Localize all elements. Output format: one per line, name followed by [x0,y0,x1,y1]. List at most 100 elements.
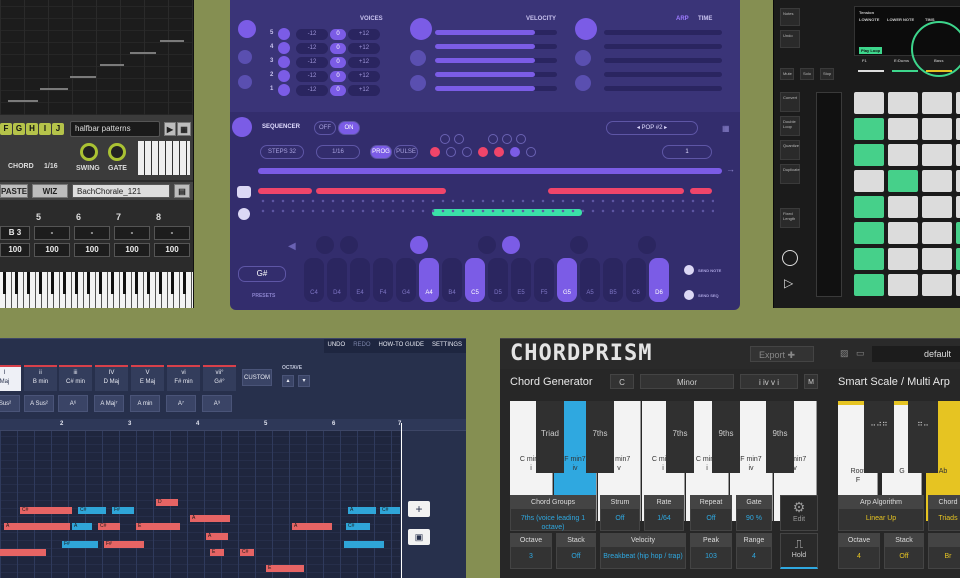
drum-pad[interactable] [888,92,918,114]
voice-octave-up[interactable]: +12 [348,57,380,68]
drum-pad[interactable] [922,92,952,114]
arp-lane[interactable] [604,30,722,35]
chord-name-field[interactable]: G# [238,266,286,282]
drum-pad[interactable] [956,196,960,218]
robot-icon[interactable] [237,186,251,198]
stack-param[interactable]: Stack Off [884,533,924,569]
voice-toggle[interactable] [278,84,290,96]
letter-button[interactable]: I [39,123,51,135]
paste-button[interactable]: PASTE [0,184,28,198]
piano-key[interactable]: C4 [304,258,324,302]
velocity-knob[interactable] [410,18,432,40]
chord-block[interactable] [548,188,684,194]
chord-variant-button[interactable]: A min [130,395,160,412]
voice-octave-down[interactable]: -12 [296,71,328,82]
extra-param[interactable]: Br [928,533,960,569]
sequencer-knob[interactable] [232,117,252,137]
drum-pad[interactable] [922,222,952,244]
folder-icon[interactable]: ▭ [856,348,865,359]
bar-ruler[interactable]: 2 3 4 5 6 7 [0,419,466,431]
head-icon[interactable] [238,208,250,220]
drum-pad[interactable] [854,92,884,114]
drum-pad[interactable] [922,248,952,270]
voice-toggle[interactable] [278,28,290,40]
note-block[interactable]: E [266,565,304,572]
peak-param[interactable]: Peak 103 [690,533,732,569]
range-param[interactable]: Range 4 [736,533,772,569]
drum-pad[interactable] [854,274,884,296]
velocity-cell[interactable]: 100 [74,243,110,257]
swing-knob[interactable] [80,143,98,161]
pattern-selector[interactable]: halfbar patterns [70,121,160,137]
progression-selector[interactable]: i iv v i [740,374,798,389]
notes-button[interactable]: Notes [780,8,800,26]
piano-key[interactable]: F4 [373,258,393,302]
note-block[interactable]: C# [240,549,254,556]
strum-param[interactable]: Strum Off [600,495,640,531]
arp-algorithm-param[interactable]: Arp Algorithm Linear Up [838,495,924,531]
note-block[interactable]: C# [346,523,370,530]
voice-octave-zero[interactable]: 0 [330,71,346,82]
note-cell[interactable]: B 3 [0,226,30,240]
drum-pad[interactable] [922,170,952,192]
edit-button[interactable]: ⚙ Edit [780,495,818,531]
voicing-key[interactable]: 9ths [766,401,794,473]
arp-lane[interactable] [604,72,722,77]
note-block[interactable]: A [206,533,228,540]
drum-pad[interactable] [956,144,960,166]
piano-key[interactable]: G4 [396,258,416,302]
chord-variant-button[interactable]: A⁷ [166,395,196,412]
voice-octave-zero[interactable]: 0 [330,85,346,96]
toggle-icon[interactable] [684,265,694,275]
chord-block[interactable] [316,188,446,194]
settings-button[interactable]: SETTINGS [427,339,466,353]
step-button[interactable] [430,147,440,157]
voice-octave-zero[interactable]: 0 [330,29,346,40]
chord-chip-iii[interactable]: iii C# min [59,365,92,391]
note-block[interactable]: C# [20,507,72,514]
chord-param[interactable]: Chord Triads [928,495,960,531]
piano-key[interactable]: A5 [580,258,600,302]
time-tab[interactable]: TIME [698,16,712,22]
send-note-option[interactable]: SEND NOTE [698,268,721,273]
octave-marker[interactable] [502,236,520,254]
note-cell[interactable]: - [34,226,70,240]
undo-button[interactable]: UNDO [323,339,350,353]
note-cell[interactable]: - [74,226,110,240]
octave-param[interactable]: Octave 3 [510,533,552,569]
voice-octave-up[interactable]: +12 [348,85,380,96]
note-block[interactable]: A [72,523,92,530]
velocity-param[interactable]: Velocity Breakbeat (hip hop / trap) [600,533,686,569]
drum-pad[interactable] [922,274,952,296]
chord-variant-button[interactable]: A⁹ [202,395,232,412]
piano-key[interactable]: C6 [626,258,646,302]
chord-variant-button[interactable]: A Maj⁷ [94,395,124,412]
step-button[interactable] [478,147,488,157]
octave-param[interactable]: Octave 4 [838,533,880,569]
mute-button[interactable]: Mute [780,68,794,80]
record-icon[interactable] [782,250,798,266]
note-block[interactable]: C# [380,507,400,514]
voice-octave-down[interactable]: -12 [296,57,328,68]
note-cell[interactable]: - [154,226,190,240]
save-icon[interactable]: ▤ [174,184,190,198]
drum-pad[interactable] [888,170,918,192]
octave-down-button[interactable]: ▾ [298,375,310,387]
octave-marker[interactable] [340,236,358,254]
drum-pad[interactable] [922,118,952,140]
voice-octave-down[interactable]: -12 [296,43,328,54]
note-block[interactable]: A [348,507,376,514]
chord-chip-V[interactable]: V E Maj [131,365,164,391]
small-knob[interactable] [575,50,591,66]
chord-block[interactable] [690,188,712,194]
drum-pad[interactable] [854,118,884,140]
octave-up-button[interactable]: ▴ [282,375,294,387]
steps-field[interactable]: STEPS 32 [260,145,304,159]
voice-knob[interactable] [238,20,256,38]
drum-pad[interactable] [888,196,918,218]
velocity-slider[interactable] [435,72,557,77]
note-block[interactable]: A [4,523,70,530]
velocity-slider[interactable] [435,58,557,63]
drum-pad[interactable] [888,248,918,270]
gate-param[interactable]: Gate 90 % [736,495,772,531]
